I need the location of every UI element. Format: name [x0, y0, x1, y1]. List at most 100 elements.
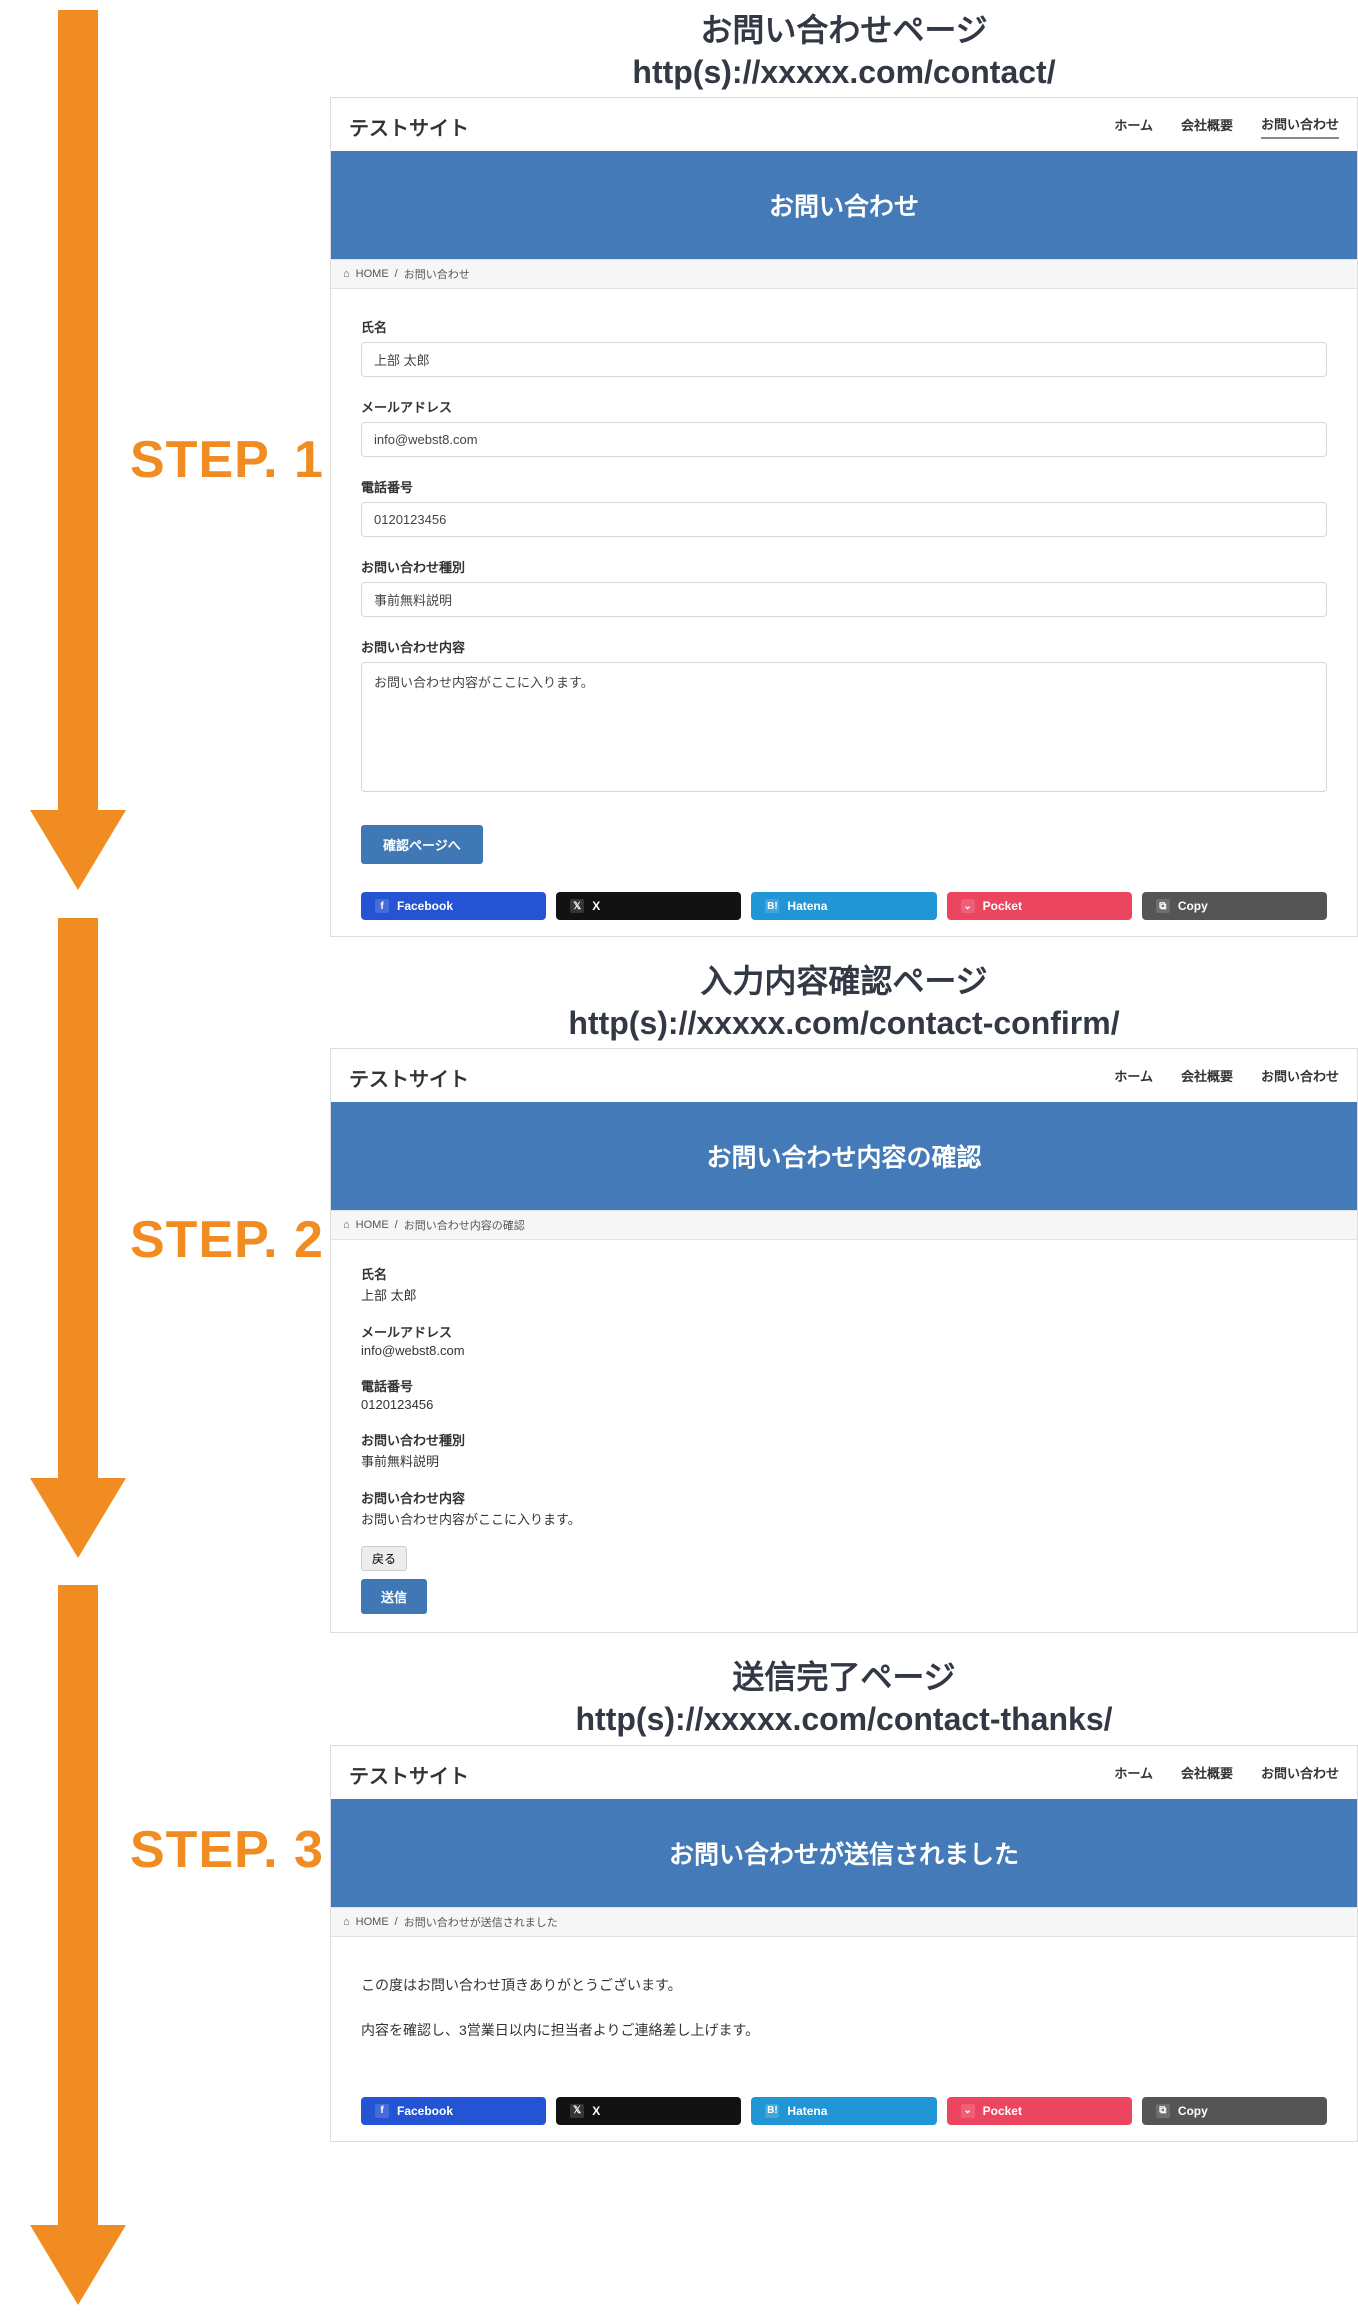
- email-value: info@webst8.com: [361, 1343, 1327, 1358]
- nav-contact[interactable]: お問い合わせ: [1261, 1763, 1339, 1786]
- share-pocket-label: Pocket: [983, 899, 1022, 913]
- share-hatena[interactable]: B! Hatena: [751, 892, 936, 920]
- breadcrumb-sep: /: [395, 268, 398, 280]
- share-bar: fFacebook 𝕏X B! Hatena ⌄ Pocket ⧉ Copy: [331, 2087, 1357, 2141]
- thanks-page-panel: テストサイト ホーム 会社概要 お問い合わせ お問い合わせが送信されました ⌂ …: [330, 1745, 1358, 2142]
- flow-arrow-1: [30, 10, 126, 890]
- nav-contact[interactable]: お問い合わせ: [1261, 114, 1339, 139]
- back-button[interactable]: 戻る: [361, 1546, 407, 1571]
- share-copy[interactable]: ⧉ Copy: [1142, 892, 1327, 920]
- breadcrumb-home[interactable]: HOME: [356, 1219, 389, 1231]
- nav-company[interactable]: 会社概要: [1181, 1763, 1233, 1786]
- name-label: 氏名: [361, 1264, 1327, 1283]
- nav-contact[interactable]: お問い合わせ: [1261, 1066, 1339, 1089]
- share-hatena-label: Hatena: [787, 899, 827, 913]
- content-textarea[interactable]: [361, 662, 1327, 792]
- step-3-label: STEP. 3: [130, 1820, 324, 1880]
- copy-icon: ⧉: [1156, 899, 1170, 913]
- thanks-body: この度はお問い合わせ頂きありがとうございます。 内容を確認し、3営業日以内に担当…: [331, 1937, 1357, 2087]
- section-heading-thanks: 送信完了ページ http(s)://xxxxx.com/contact-than…: [330, 1657, 1358, 1740]
- share-hatena[interactable]: B! Hatena: [751, 2097, 936, 2125]
- facebook-icon: f: [375, 899, 389, 913]
- share-copy-label: Copy: [1178, 899, 1208, 913]
- site-header: テストサイト ホーム 会社概要 お問い合わせ: [331, 1049, 1357, 1102]
- email-label: メールアドレス: [361, 1322, 1327, 1341]
- nav-home[interactable]: ホーム: [1114, 1066, 1153, 1089]
- share-pocket[interactable]: ⌄ Pocket: [947, 2097, 1132, 2125]
- share-x[interactable]: 𝕏X: [556, 892, 741, 920]
- phone-label: 電話番号: [361, 1376, 1327, 1395]
- page-hero: お問い合わせ: [331, 151, 1357, 259]
- share-hatena-label: Hatena: [787, 2104, 827, 2118]
- site-title: テストサイト: [349, 1063, 469, 1092]
- breadcrumb: ⌂ HOME / お問い合わせが送信されました: [331, 1907, 1357, 1937]
- pocket-icon: ⌄: [961, 2104, 975, 2118]
- share-facebook-label: Facebook: [397, 899, 453, 913]
- section-heading-contact: お問い合わせページ http(s)://xxxxx.com/contact/: [330, 10, 1358, 93]
- breadcrumb-sep: /: [395, 1916, 398, 1928]
- nav-home[interactable]: ホーム: [1114, 1763, 1153, 1786]
- breadcrumb-current: お問い合わせが送信されました: [404, 1914, 558, 1930]
- site-title: テストサイト: [349, 1760, 469, 1789]
- contact-form: 氏名 メールアドレス 電話番号 お問い合わせ種別 お問い合わせ内容: [331, 289, 1357, 882]
- step-2-label: STEP. 2: [130, 1210, 324, 1270]
- hatena-icon: B!: [765, 2104, 779, 2118]
- share-facebook[interactable]: fFacebook: [361, 2097, 546, 2125]
- share-copy-label: Copy: [1178, 2104, 1208, 2118]
- copy-icon: ⧉: [1156, 2104, 1170, 2118]
- send-button[interactable]: 送信: [361, 1579, 427, 1614]
- site-title: テストサイト: [349, 112, 469, 141]
- share-x-label: X: [592, 899, 600, 913]
- type-input[interactable]: [361, 582, 1327, 617]
- section-heading-confirm: 入力内容確認ページ http(s)://xxxxx.com/contact-co…: [330, 961, 1358, 1044]
- section-title: 送信完了ページ: [330, 1657, 1358, 1699]
- share-pocket[interactable]: ⌄ Pocket: [947, 892, 1132, 920]
- thanks-text-1: この度はお問い合わせ頂きありがとうございます。: [361, 1973, 1327, 1998]
- email-label: メールアドレス: [361, 397, 1327, 416]
- name-input[interactable]: [361, 342, 1327, 377]
- content-label: お問い合わせ内容: [361, 1488, 1327, 1507]
- hatena-icon: B!: [765, 899, 779, 913]
- pocket-icon: ⌄: [961, 899, 975, 913]
- section-url: http(s)://xxxxx.com/contact-thanks/: [330, 1699, 1358, 1741]
- confirm-page-panel: テストサイト ホーム 会社概要 お問い合わせ お問い合わせ内容の確認 ⌂ HOM…: [330, 1048, 1358, 1633]
- step-1-label: STEP. 1: [130, 430, 324, 490]
- home-icon: ⌂: [343, 1219, 350, 1231]
- share-facebook[interactable]: f Facebook: [361, 892, 546, 920]
- facebook-icon: f: [375, 2104, 389, 2118]
- breadcrumb-current: お問い合わせ: [404, 266, 470, 282]
- nav-company[interactable]: 会社概要: [1181, 115, 1233, 138]
- section-url: http(s)://xxxxx.com/contact-confirm/: [330, 1003, 1358, 1045]
- main-nav: ホーム 会社概要 お問い合わせ: [1114, 1066, 1339, 1089]
- main-nav: ホーム 会社概要 お問い合わせ: [1114, 1763, 1339, 1786]
- page-hero: お問い合わせ内容の確認: [331, 1102, 1357, 1210]
- nav-company[interactable]: 会社概要: [1181, 1066, 1233, 1089]
- thanks-text-2: 内容を確認し、3営業日以内に担当者よりご連絡差し上げます。: [361, 2018, 1327, 2043]
- breadcrumb: ⌂ HOME / お問い合わせ: [331, 259, 1357, 289]
- type-value: 事前無料説明: [361, 1451, 1327, 1470]
- x-icon: 𝕏: [570, 899, 584, 913]
- breadcrumb-home[interactable]: HOME: [356, 268, 389, 280]
- phone-input[interactable]: [361, 502, 1327, 537]
- type-label: お問い合わせ種別: [361, 557, 1327, 576]
- confirm-button[interactable]: 確認ページへ: [361, 825, 483, 864]
- breadcrumb-home[interactable]: HOME: [356, 1916, 389, 1928]
- share-x-label: X: [592, 2104, 600, 2118]
- page-hero: お問い合わせが送信されました: [331, 1799, 1357, 1907]
- section-title: 入力内容確認ページ: [330, 961, 1358, 1003]
- left-arrow-column: STEP. 1 STEP. 2 STEP. 3: [0, 0, 330, 2162]
- confirm-form: 氏名上部 太郎 メールアドレスinfo@webst8.com 電話番号01201…: [331, 1240, 1357, 1632]
- share-copy[interactable]: ⧉ Copy: [1142, 2097, 1327, 2125]
- breadcrumb-current: お問い合わせ内容の確認: [404, 1217, 525, 1233]
- site-header: テストサイト ホーム 会社概要 お問い合わせ: [331, 1746, 1357, 1799]
- site-header: テストサイト ホーム 会社概要 お問い合わせ: [331, 98, 1357, 151]
- share-x[interactable]: 𝕏X: [556, 2097, 741, 2125]
- share-pocket-label: Pocket: [983, 2104, 1022, 2118]
- name-label: 氏名: [361, 317, 1327, 336]
- phone-value: 0120123456: [361, 1397, 1327, 1412]
- nav-home[interactable]: ホーム: [1114, 115, 1153, 138]
- breadcrumb-sep: /: [395, 1219, 398, 1231]
- email-input[interactable]: [361, 422, 1327, 457]
- content-value: お問い合わせ内容がここに入ります。: [361, 1509, 1327, 1528]
- section-title: お問い合わせページ: [330, 10, 1358, 52]
